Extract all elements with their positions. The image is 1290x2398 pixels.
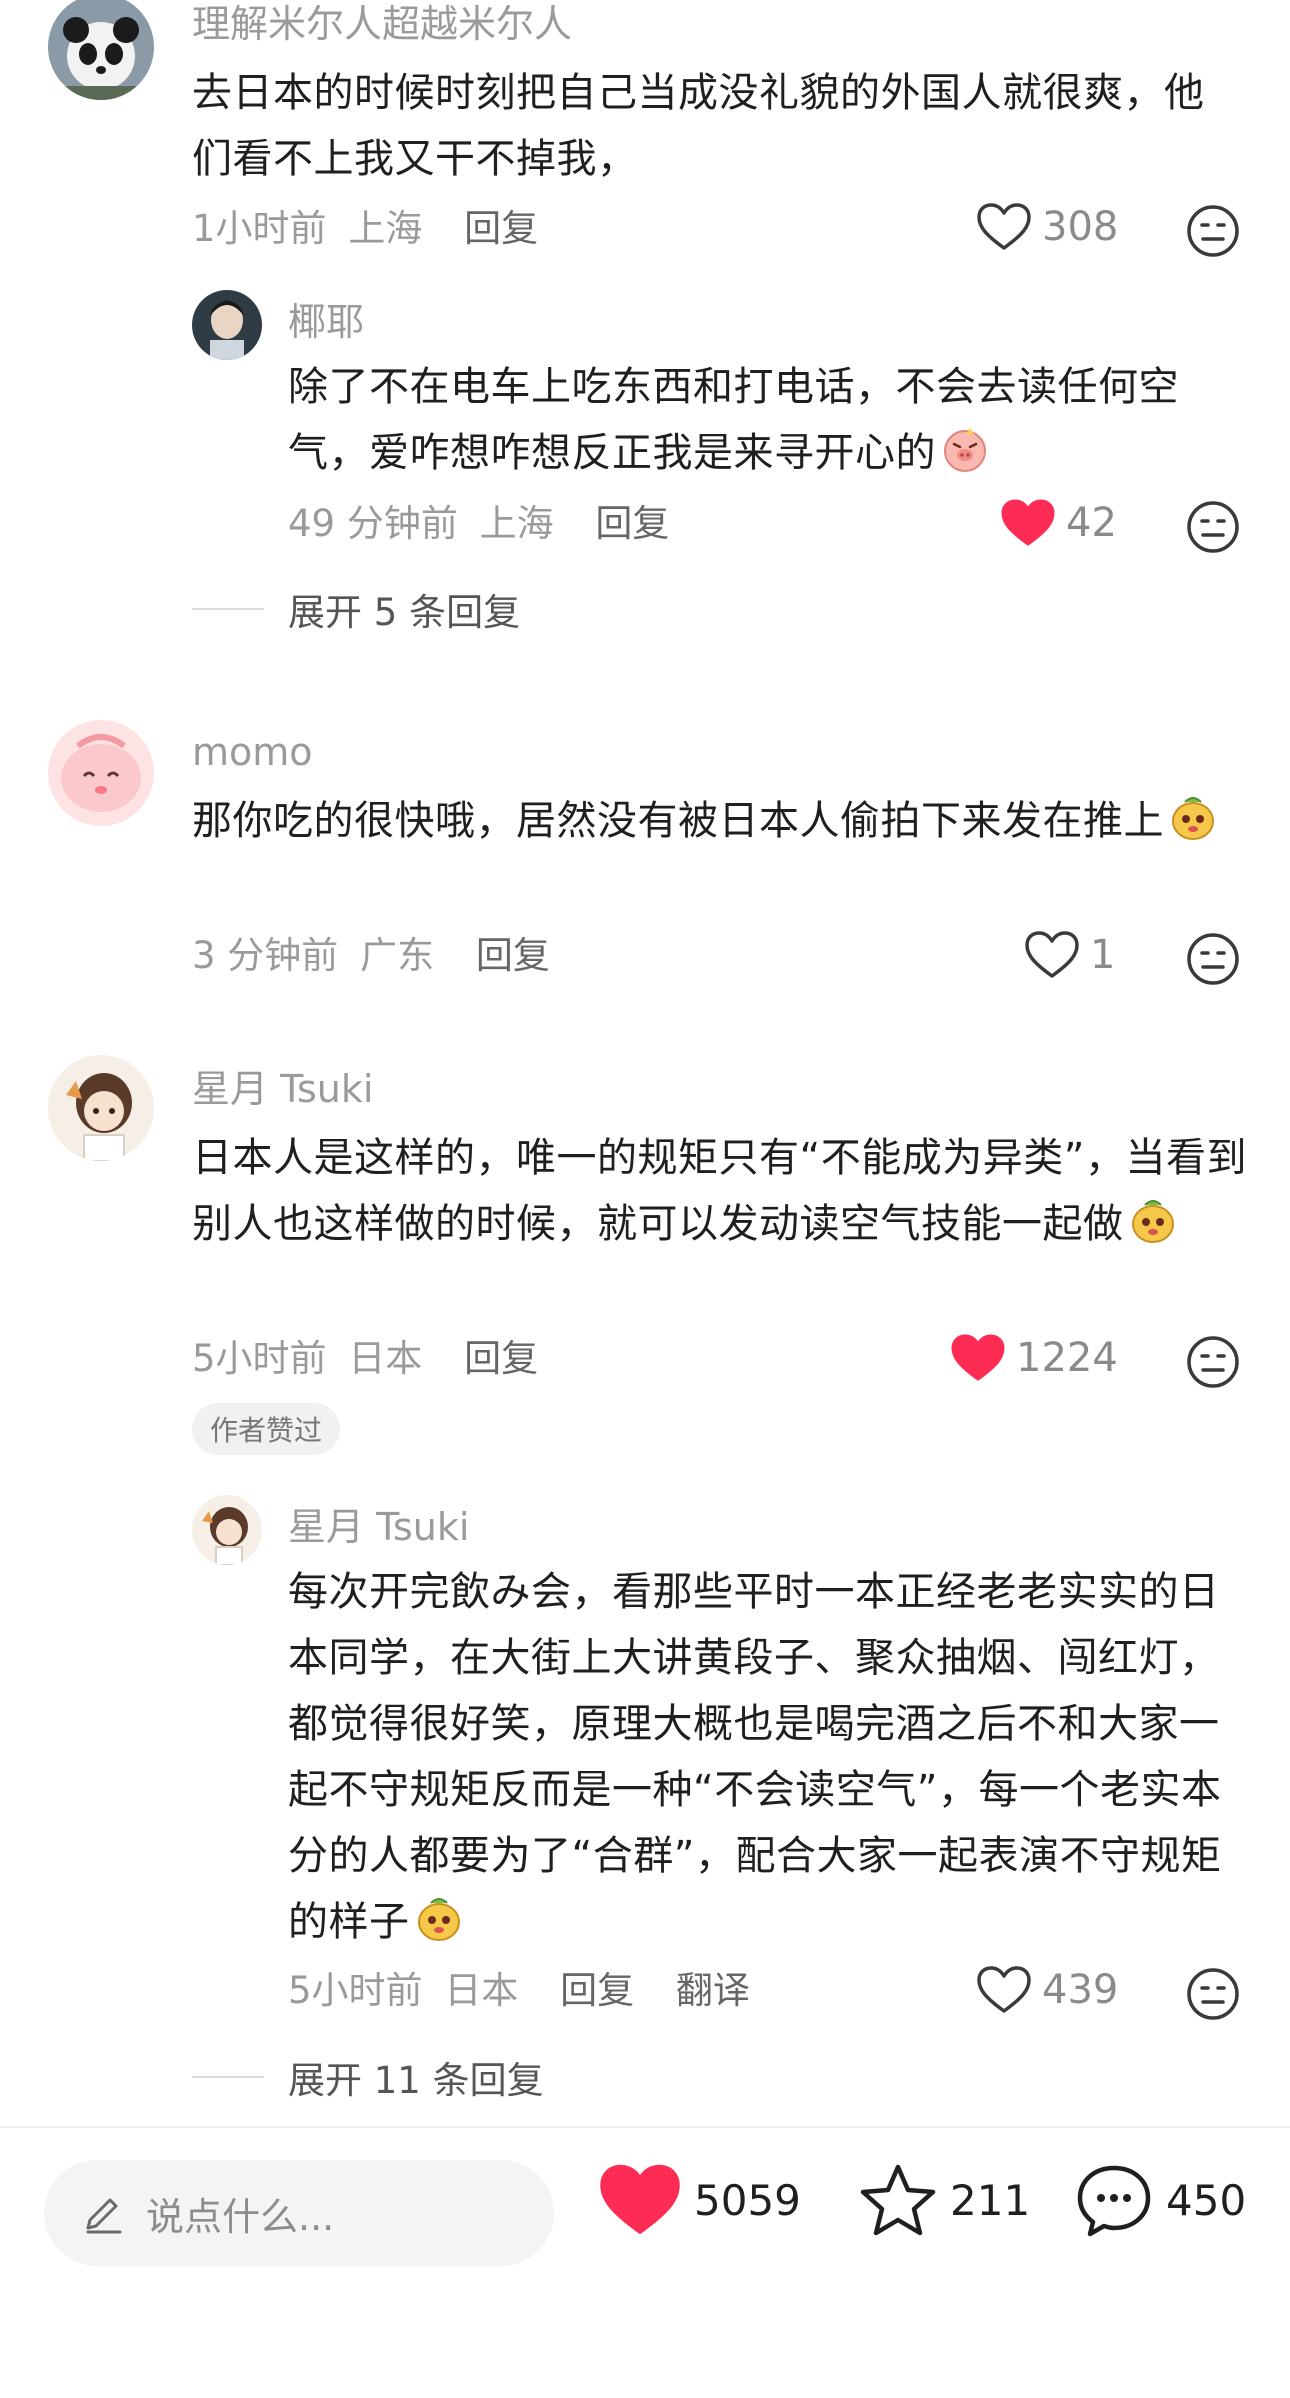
comment-location: 广东 bbox=[360, 934, 435, 977]
comment-time: 3 分钟前 bbox=[192, 934, 339, 977]
comment-input-placeholder: 说点什么... bbox=[146, 2194, 335, 2239]
favorite-button[interactable]: 211 bbox=[858, 2162, 1030, 2238]
avatar[interactable] bbox=[192, 290, 262, 360]
reply-button[interactable]: 回复 bbox=[464, 207, 538, 250]
reply-time: 5小时前 bbox=[288, 1969, 423, 2012]
potato-emoji-icon bbox=[1128, 1195, 1178, 1245]
comment-meta: 3 分钟前 广东 回复 bbox=[192, 932, 550, 980]
comment-time: 1小时前 bbox=[192, 207, 327, 250]
like-button[interactable]: 1224 bbox=[950, 1333, 1118, 1383]
heart-outline-icon bbox=[976, 202, 1032, 252]
reply-time: 49 分钟前 bbox=[288, 502, 458, 545]
expand-replies-button[interactable]: 展开 5 条回复 bbox=[192, 582, 520, 636]
comment-location: 上海 bbox=[348, 207, 423, 250]
comment-input[interactable]: 说点什么... bbox=[44, 2160, 554, 2266]
star-icon bbox=[860, 2164, 936, 2236]
comment-meta: 1小时前 上海 回复 bbox=[192, 205, 538, 253]
author-liked-badge: 作者赞过 bbox=[192, 1403, 341, 1455]
like-button[interactable]: 308 bbox=[976, 202, 1118, 252]
dislike-icon[interactable] bbox=[1186, 204, 1240, 258]
favorite-count: 211 bbox=[950, 2175, 1031, 2225]
reply-username[interactable]: 星月 Tsuki bbox=[288, 1503, 469, 1551]
comment-location: 日本 bbox=[348, 1337, 423, 1380]
reply-location: 上海 bbox=[479, 502, 554, 545]
comment-text-content: 日本人是这样的，唯一的规矩只有“不能成为异类”，当看到别人也这样做的时候，就可以… bbox=[192, 1135, 1247, 1247]
like-count: 1224 bbox=[1016, 1335, 1118, 1381]
bottom-action-bar: 说点什么... 5059 211 450 bbox=[0, 2126, 1290, 2398]
comment-username[interactable]: 星月 Tsuki bbox=[192, 1065, 373, 1113]
expand-replies-label: 展开 5 条回复 bbox=[288, 591, 521, 634]
divider bbox=[192, 608, 264, 610]
reply-username[interactable]: 椰耶 bbox=[288, 298, 364, 346]
comment-meta: 5小时前 日本 回复 bbox=[192, 1335, 538, 1383]
heart-filled-icon bbox=[950, 1333, 1006, 1383]
potato-emoji-icon bbox=[414, 1893, 464, 1943]
reply-button[interactable]: 回复 bbox=[595, 502, 669, 545]
like-button[interactable]: 439 bbox=[976, 1965, 1118, 2015]
reply-meta: 5小时前 日本 回复 翻译 bbox=[288, 1967, 750, 2015]
comment-text-content: 去日本的时候时刻把自己当成没礼貌的外国人就很爽，他们看不上我又干不掉我， bbox=[192, 70, 1205, 182]
reply-meta: 49 分钟前 上海 回复 bbox=[288, 500, 669, 548]
expand-replies-label: 展开 11 条回复 bbox=[288, 2059, 544, 2102]
translate-button[interactable]: 翻译 bbox=[676, 1969, 750, 2012]
comment-text: 去日本的时候时刻把自己当成没礼貌的外国人就很爽，他们看不上我又干不掉我， bbox=[192, 60, 1242, 192]
dislike-icon[interactable] bbox=[1186, 932, 1240, 986]
heart-outline-icon bbox=[976, 1965, 1032, 2015]
like-count: 1 bbox=[1090, 932, 1116, 978]
like-button[interactable]: 42 bbox=[1000, 498, 1117, 548]
expand-replies-button[interactable]: 展开 11 条回复 bbox=[192, 2050, 544, 2104]
dislike-icon[interactable] bbox=[1186, 1335, 1240, 1389]
post-like-button[interactable]: 5059 bbox=[598, 2162, 801, 2238]
pig-emoji-icon bbox=[940, 424, 990, 474]
divider bbox=[192, 2076, 264, 2078]
comment-bubble-icon bbox=[1077, 2165, 1151, 2237]
like-count: 42 bbox=[1066, 500, 1117, 546]
post-like-count: 5059 bbox=[694, 2175, 801, 2225]
reply-text: 每次开完飲み会，看那些平时一本正经老老实实的日本同学，在大街上大讲黄段子、聚众抽… bbox=[288, 1559, 1238, 1955]
avatar[interactable] bbox=[48, 1055, 154, 1161]
reply-button[interactable]: 回复 bbox=[464, 1337, 538, 1380]
comment-username[interactable]: 理解米尔人超越米尔人 bbox=[192, 0, 572, 48]
potato-emoji-icon bbox=[1168, 792, 1218, 842]
pencil-icon bbox=[86, 2198, 122, 2234]
reply-text: 除了不在电车上吃东西和打电话，不会去读任何空气，爱咋想咋想反正我是来寻开心的 bbox=[288, 354, 1218, 486]
heart-outline-icon bbox=[1024, 930, 1080, 980]
reply-location: 日本 bbox=[444, 1969, 519, 2012]
avatar[interactable] bbox=[48, 720, 154, 826]
heart-filled-icon bbox=[1000, 498, 1056, 548]
reply-text-content: 每次开完飲み会，看那些平时一本正经老老实实的日本同学，在大街上大讲黄段子、聚众抽… bbox=[288, 1569, 1222, 1945]
heart-filled-icon bbox=[598, 2162, 682, 2238]
comment-time: 5小时前 bbox=[192, 1337, 327, 1380]
comment-text-content: 那你吃的很快哦，居然没有被日本人偷拍下来发在推上 bbox=[192, 798, 1164, 844]
comments-button[interactable]: 450 bbox=[1074, 2162, 1246, 2238]
dislike-icon[interactable] bbox=[1186, 500, 1240, 554]
comment-text: 那你吃的很快哦，居然没有被日本人偷拍下来发在推上 bbox=[192, 788, 1242, 854]
comment-username[interactable]: momo bbox=[192, 728, 313, 776]
comment-text: 日本人是这样的，唯一的规矩只有“不能成为异类”，当看到别人也这样做的时候，就可以… bbox=[192, 1125, 1252, 1257]
reply-button[interactable]: 回复 bbox=[476, 934, 550, 977]
like-count: 439 bbox=[1042, 1967, 1119, 2013]
like-count: 308 bbox=[1042, 204, 1119, 250]
dislike-icon[interactable] bbox=[1186, 1967, 1240, 2021]
reply-text-content: 除了不在电车上吃东西和打电话，不会去读任何空气，爱咋想咋想反正我是来寻开心的 bbox=[288, 364, 1179, 476]
avatar[interactable] bbox=[48, 0, 154, 100]
avatar[interactable] bbox=[192, 1495, 262, 1565]
like-button[interactable]: 1 bbox=[1024, 930, 1115, 980]
comments-count: 450 bbox=[1166, 2175, 1247, 2225]
reply-button[interactable]: 回复 bbox=[560, 1969, 634, 2012]
